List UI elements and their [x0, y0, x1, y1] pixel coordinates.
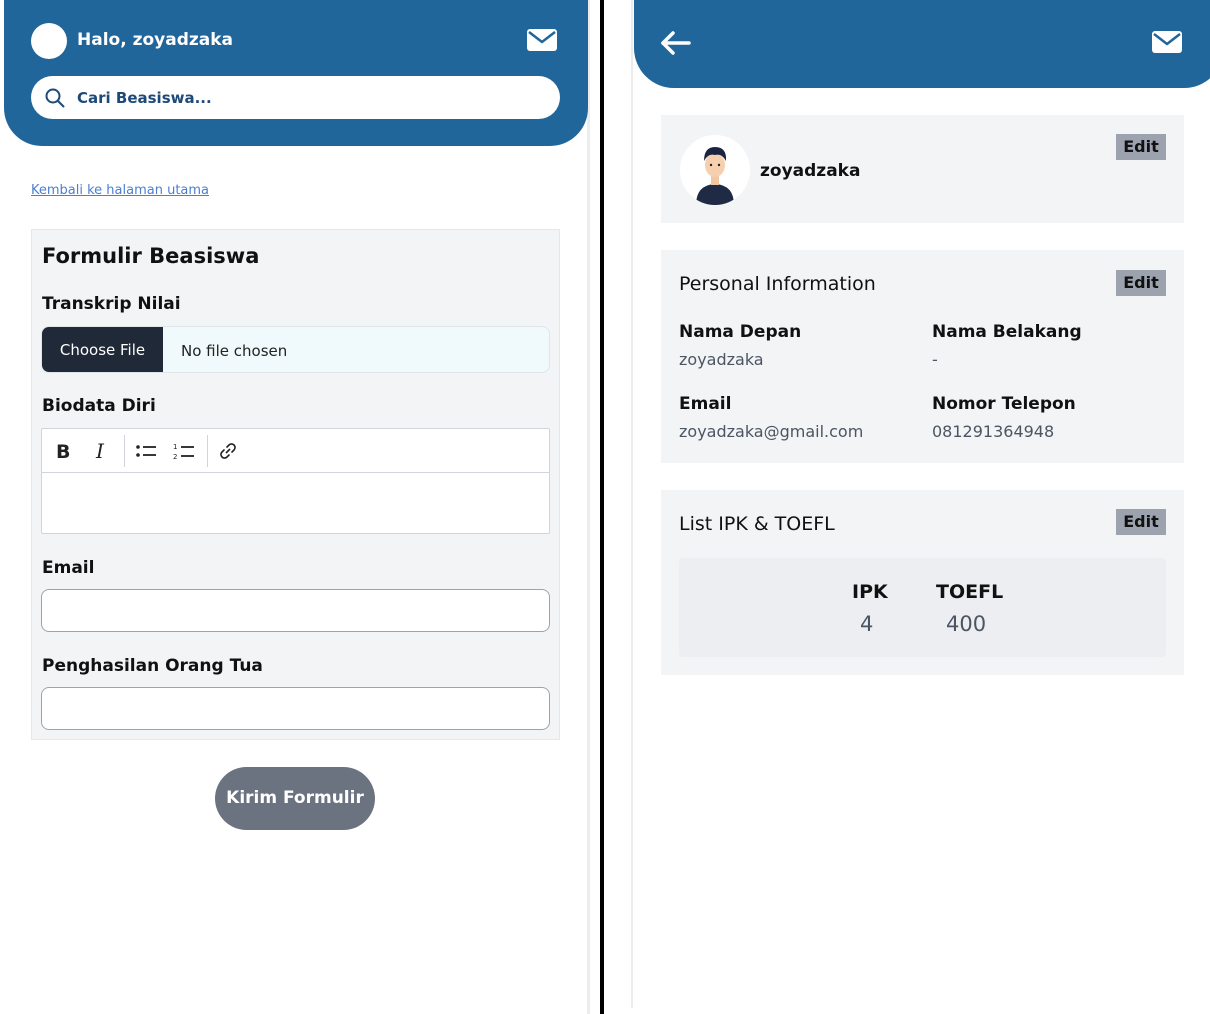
profile-username: zoyadzaka: [760, 161, 861, 181]
email-field[interactable]: [41, 589, 550, 632]
mail-icon[interactable]: [1152, 31, 1182, 53]
edit-profile-button[interactable]: Edit: [1116, 134, 1166, 160]
toolbar-divider: [124, 435, 125, 467]
bold-icon[interactable]: B: [50, 438, 76, 464]
bullet-list-icon[interactable]: [133, 438, 159, 464]
panel-edge: [631, 0, 633, 1008]
email-value: zoyadzaka@gmail.com: [679, 422, 864, 441]
transcript-file-input[interactable]: Choose File No file chosen: [41, 326, 550, 373]
screen: Halo, zoyadzaka Cari Beasiswa... Kembali…: [0, 0, 1210, 1014]
top-header: [634, 0, 1210, 88]
panel-edge: [587, 0, 590, 1014]
user-avatar[interactable]: [31, 23, 67, 59]
scores-box: IPK 4 TOEFL 400: [679, 558, 1166, 657]
file-status: No file chosen: [181, 342, 288, 360]
form-title: Formulir Beasiswa: [42, 244, 260, 268]
search-input[interactable]: Cari Beasiswa...: [77, 89, 212, 107]
user-avatar-icon: [680, 135, 750, 205]
back-to-home-link[interactable]: Kembali ke halaman utama: [31, 183, 209, 198]
edit-personal-info-button[interactable]: Edit: [1116, 270, 1166, 296]
profile-screen: zoyadzaka Edit Personal Information Edit…: [604, 0, 1210, 1014]
income-label: Penghasilan Orang Tua: [42, 656, 263, 676]
toefl-label: TOEFL: [936, 581, 1004, 603]
svg-text:2: 2: [173, 453, 177, 461]
toefl-value: 400: [946, 612, 987, 636]
transcript-label: Transkrip Nilai: [42, 294, 181, 314]
top-header: [4, 0, 588, 146]
ipk-label: IPK: [852, 581, 888, 603]
svg-text:I: I: [95, 441, 105, 461]
search-bar[interactable]: Cari Beasiswa...: [31, 76, 560, 119]
phone-value: 081291364948: [932, 422, 1055, 441]
phone-label: Nomor Telepon: [932, 394, 1076, 414]
scholarship-form: Formulir Beasiswa Transkrip Nilai Choose…: [31, 229, 560, 740]
svg-text:1: 1: [173, 443, 177, 451]
link-icon[interactable]: [215, 438, 241, 464]
profile-avatar: [680, 135, 750, 205]
profile-card: zoyadzaka Edit: [661, 115, 1184, 223]
choose-file-button[interactable]: Choose File: [42, 327, 163, 372]
scores-card: List IPK & TOEFL Edit IPK 4 TOEFL 400: [661, 490, 1184, 675]
parent-income-field[interactable]: [41, 687, 550, 730]
toolbar-divider: [207, 435, 208, 467]
email-label: Email: [679, 394, 732, 414]
numbered-list-icon[interactable]: 1 2: [171, 438, 197, 464]
first-name-label: Nama Depan: [679, 322, 802, 342]
svg-text:B: B: [56, 441, 70, 461]
submit-form-button[interactable]: Kirim Formulir: [215, 767, 375, 830]
personal-info-title: Personal Information: [679, 273, 876, 295]
first-name-value: zoyadzaka: [679, 350, 764, 369]
back-arrow-icon[interactable]: [660, 30, 692, 56]
search-icon: [45, 88, 65, 108]
italic-icon[interactable]: I: [88, 438, 114, 464]
personal-info-card: Personal Information Edit Nama Depan zoy…: [661, 250, 1184, 463]
scholarship-form-screen: Halo, zoyadzaka Cari Beasiswa... Kembali…: [0, 0, 600, 1014]
ipk-value: 4: [860, 612, 874, 636]
edit-scores-button[interactable]: Edit: [1116, 509, 1166, 535]
biodata-editor[interactable]: B I 1 2: [41, 428, 550, 534]
last-name-label: Nama Belakang: [932, 322, 1082, 342]
editor-toolbar: B I 1 2: [42, 429, 549, 473]
email-label: Email: [42, 558, 95, 578]
greeting-text: Halo, zoyadzaka: [77, 30, 234, 50]
scores-title: List IPK & TOEFL: [679, 513, 835, 535]
mail-icon[interactable]: [527, 29, 557, 51]
last-name-value: -: [932, 350, 938, 369]
biodata-label: Biodata Diri: [42, 396, 156, 416]
